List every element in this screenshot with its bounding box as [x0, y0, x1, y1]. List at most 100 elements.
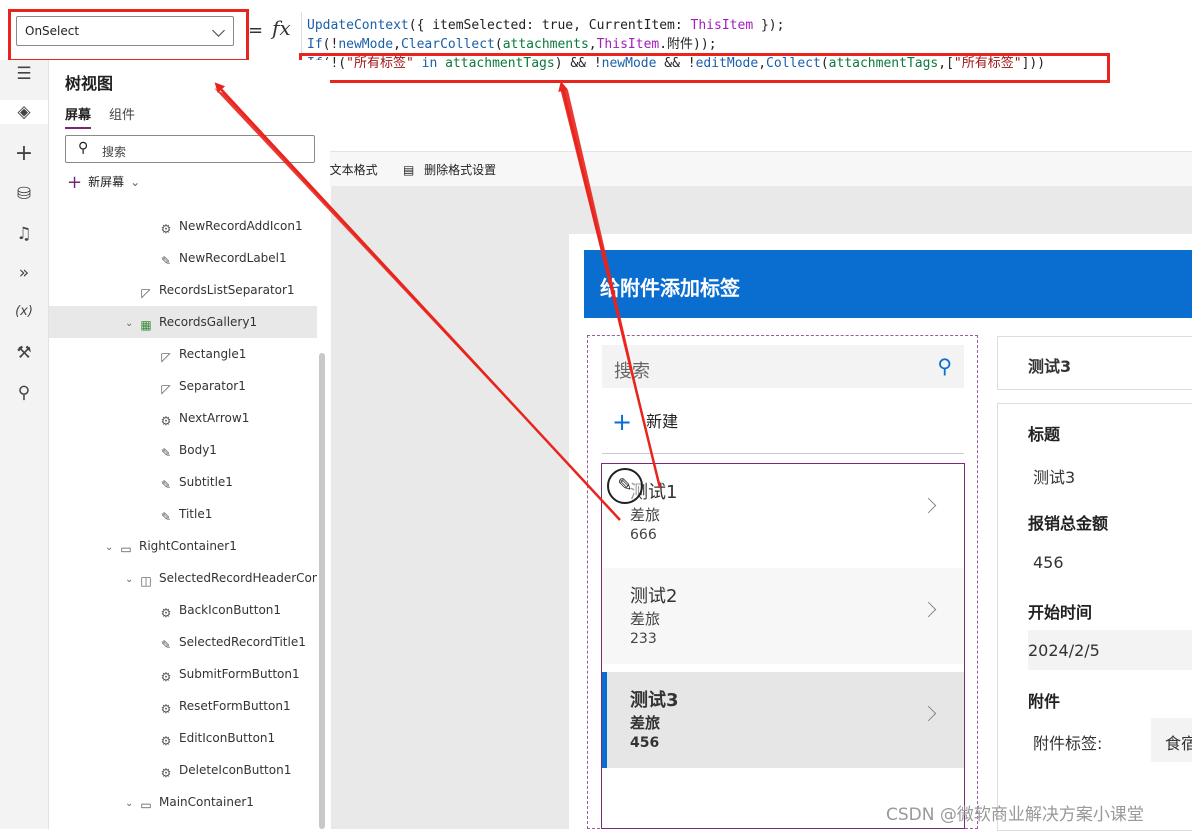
gallery-row-selected[interactable]: 测试3 差旅 456 — [602, 672, 964, 768]
layers-icon[interactable]: ◈ — [0, 100, 48, 124]
chevron-down-icon[interactable]: ⌄ — [125, 308, 139, 338]
tools-icon[interactable]: ⚒ — [12, 341, 36, 365]
tab-components[interactable]: 组件 — [109, 104, 135, 123]
shape-icon: ◸ — [141, 286, 151, 300]
tree-node[interactable]: ⚙ NextArrow1 — [49, 402, 317, 434]
chevron-right-icon — [920, 497, 937, 514]
formula-token: , — [588, 37, 597, 52]
tree-node-label: EditIconButton1 — [179, 731, 276, 745]
tree-node[interactable]: ◸ RecordsListSeparator1 — [49, 274, 317, 306]
plus-icon[interactable]: + — [12, 142, 36, 166]
formula-token: Collect — [766, 56, 821, 71]
tree-node[interactable]: ⌄ ▭ RightContainer1 — [49, 530, 317, 562]
new-screen-button[interactable]: + 新屏幕 ⌄ — [67, 172, 140, 193]
tree-node[interactable]: ⌄ ◫ SelectedRecordHeaderCon — [49, 562, 317, 594]
tree-view-title: 树视图 — [65, 74, 114, 93]
gallery-search-input[interactable]: 搜索 ⚲ — [602, 345, 964, 388]
icon-control-icon: ⚙ — [160, 734, 172, 748]
remove-format-button[interactable]: ▤ 删除格式设置 — [403, 161, 496, 178]
row-title: 测试2 — [630, 586, 678, 607]
shape-icon: ◸ — [161, 382, 171, 396]
tree-node-label: MainContainer1 — [159, 795, 254, 809]
formula-token: .附件)); — [659, 37, 717, 52]
icon-control-icon: ⚙ — [160, 702, 172, 716]
tree-node[interactable]: ⚙ SubmitFormButton1 — [49, 658, 317, 690]
database-icon[interactable]: ⛁ — [12, 182, 36, 206]
row-subtitle: 差旅 — [630, 714, 661, 732]
property-dropdown[interactable]: OnSelect — [16, 16, 234, 46]
tree-node[interactable]: ✎ Title1 — [49, 498, 317, 530]
chevron-down-icon: ⌄ — [130, 175, 141, 189]
tree-node[interactable]: ⚙ BackIconButton1 — [49, 594, 317, 626]
tree-node[interactable]: ◸ Separator1 — [49, 370, 317, 402]
tree-node-label: RecordsListSeparator1 — [159, 283, 295, 297]
vcontainer-icon: ▭ — [140, 798, 152, 812]
formula-token: UpdateContext — [307, 18, 409, 33]
formula-token: }); — [753, 18, 785, 33]
row-subtitle: 差旅 — [630, 506, 661, 524]
hamburger-icon[interactable]: ☰ — [12, 62, 36, 86]
tree-node-label: DeleteIconButton1 — [179, 763, 292, 777]
tree-search-input[interactable]: ⚲ 搜索 — [65, 135, 315, 163]
tree-node[interactable]: ✎ Subtitle1 — [49, 466, 317, 498]
formula-editor[interactable]: UpdateContext({ itemSelected: true, Curr… — [301, 12, 1192, 150]
tab-screens[interactable]: 屏幕 — [65, 104, 92, 129]
icon-control-icon: ⚙ — [160, 414, 172, 428]
gallery-row[interactable]: 测试2 差旅 233 — [602, 568, 964, 664]
tree-node-label: NewRecordLabel1 — [179, 251, 287, 265]
tree-node[interactable]: ✎ NewRecordLabel1 — [49, 242, 317, 274]
app-header: 给附件添加标签 — [584, 250, 1192, 318]
row-body: 666 — [630, 527, 657, 543]
formula-line-3: If(!("所有标签" in attachmentTags) && !newMo… — [307, 54, 1045, 73]
tree-node[interactable]: ⚙ DeleteIconButton1 — [49, 754, 317, 786]
tree-node-label: Subtitle1 — [179, 475, 233, 489]
tree-node[interactable]: ⚙ EditIconButton1 — [49, 722, 317, 754]
start-date-picker[interactable]: 2024/2/5 — [1028, 630, 1192, 670]
plus-icon: + — [67, 172, 83, 193]
tree-node[interactable]: ⌄ ▭ MainContainer1 — [49, 786, 317, 818]
title-label: 标题 — [1028, 425, 1061, 444]
edit-pencil-icon[interactable]: ✎ — [607, 468, 643, 504]
attachment-tag-dropdown[interactable]: 食宿 — [1151, 718, 1192, 762]
tree-node-label: Body1 — [179, 443, 217, 457]
formula-token: attachments — [502, 37, 589, 52]
chevron-down-icon[interactable]: ⌄ — [105, 532, 119, 562]
separator — [602, 453, 964, 454]
tree-node-label: Rectangle1 — [179, 347, 247, 361]
search-icon: ⚲ — [937, 354, 952, 378]
formula-token: itemSelected — [432, 18, 527, 33]
gallery-row[interactable]: 测试1 差旅 666 — [602, 464, 964, 560]
variables-icon[interactable]: (x) — [12, 300, 36, 324]
formula-token: , — [393, 37, 401, 52]
tree-node[interactable]: ⚙ NewRecordAddIcon1 — [49, 210, 317, 242]
search-icon[interactable]: ⚲ — [12, 381, 36, 405]
media-icon[interactable]: ♫ — [12, 222, 36, 246]
formula-token: : — [526, 18, 542, 33]
tree-node[interactable]: ⌄ ▦ RecordsGallery1 — [49, 306, 317, 338]
formula-token: newMode — [338, 37, 394, 52]
hcontainer-icon: ◫ — [140, 574, 152, 588]
new-record-button[interactable]: + 新建 — [612, 408, 678, 436]
formula-token: ,[ — [938, 56, 954, 71]
tree-node-label: Separator1 — [179, 379, 246, 393]
row-body: 456 — [630, 735, 660, 751]
fx-icon: fx — [272, 16, 291, 40]
tree-node[interactable]: ◸ Rectangle1 — [49, 338, 317, 370]
tree-node[interactable]: ✎ SelectedRecordTitle1 — [49, 626, 317, 658]
tree-node[interactable]: ⚙ ResetFormButton1 — [49, 690, 317, 722]
row-body: 233 — [630, 631, 657, 647]
attachments-label: 附件 — [1028, 692, 1061, 711]
formula-token: true — [541, 18, 574, 33]
remove-format-icon: ▤ — [403, 163, 415, 177]
label-icon: ✎ — [160, 478, 172, 492]
tree-scrollbar[interactable] — [319, 353, 325, 829]
tree-node[interactable]: ✎ Body1 — [49, 434, 317, 466]
chevron-right-icon — [920, 705, 937, 722]
formula-token: "所有标签" — [346, 56, 414, 71]
power-automate-icon[interactable]: » — [12, 261, 36, 285]
start-date-value: 2024/2/5 — [1028, 641, 1100, 660]
chevron-right-icon — [920, 601, 937, 618]
chevron-down-icon[interactable]: ⌄ — [125, 788, 139, 818]
chevron-down-icon[interactable]: ⌄ — [125, 564, 139, 594]
gallery-search-placeholder: 搜索 — [614, 361, 650, 382]
